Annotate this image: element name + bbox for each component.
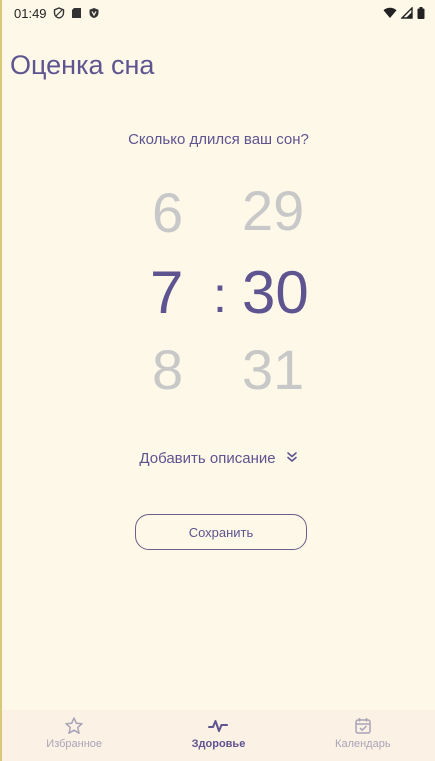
sd-card-icon (71, 7, 82, 19)
nav-label-calendar: Календарь (335, 738, 391, 750)
nav-item-health[interactable]: Здоровье (146, 710, 290, 761)
status-bar: 01:49 (2, 0, 435, 26)
sleep-duration-picker[interactable]: 6 7 8 : 29 30 31 (2, 175, 435, 405)
battery-icon (417, 7, 425, 19)
vpn-shield-icon (88, 7, 100, 19)
calendar-check-icon (353, 716, 373, 738)
status-time: 01:49 (14, 5, 47, 21)
nav-label-favorites: Избранное (46, 738, 103, 750)
double-chevron-down-icon (286, 450, 298, 467)
minute-prev-value[interactable]: 29 (242, 183, 304, 239)
star-icon (64, 716, 84, 738)
bottom-navigation: Избранное Здоровье Календарь (2, 710, 435, 761)
minute-selected-value[interactable]: 30 (242, 263, 309, 323)
pulse-icon (208, 716, 229, 738)
hour-selected-value[interactable]: 7 (150, 263, 183, 323)
add-description-label: Добавить описание (139, 450, 276, 467)
status-left: 01:49 (14, 6, 100, 21)
status-right (383, 7, 425, 19)
hour-prev-value[interactable]: 6 (152, 185, 183, 241)
hour-next-value[interactable]: 8 (152, 342, 183, 398)
shield-icon (53, 7, 65, 19)
minute-next-value[interactable]: 31 (242, 342, 304, 398)
wifi-icon (383, 7, 397, 19)
sleep-duration-question: Сколько длился ваш сон? (128, 131, 309, 148)
page-title: Оценка сна (10, 50, 155, 80)
nav-label-health: Здоровье (191, 738, 246, 750)
nav-item-calendar[interactable]: Календарь (291, 710, 435, 761)
save-button[interactable]: Сохранить (135, 514, 307, 550)
signal-icon (401, 7, 413, 19)
add-description-toggle[interactable]: Добавить описание (2, 450, 435, 467)
nav-item-favorites[interactable]: Избранное (2, 710, 146, 761)
time-separator: : (213, 267, 227, 323)
